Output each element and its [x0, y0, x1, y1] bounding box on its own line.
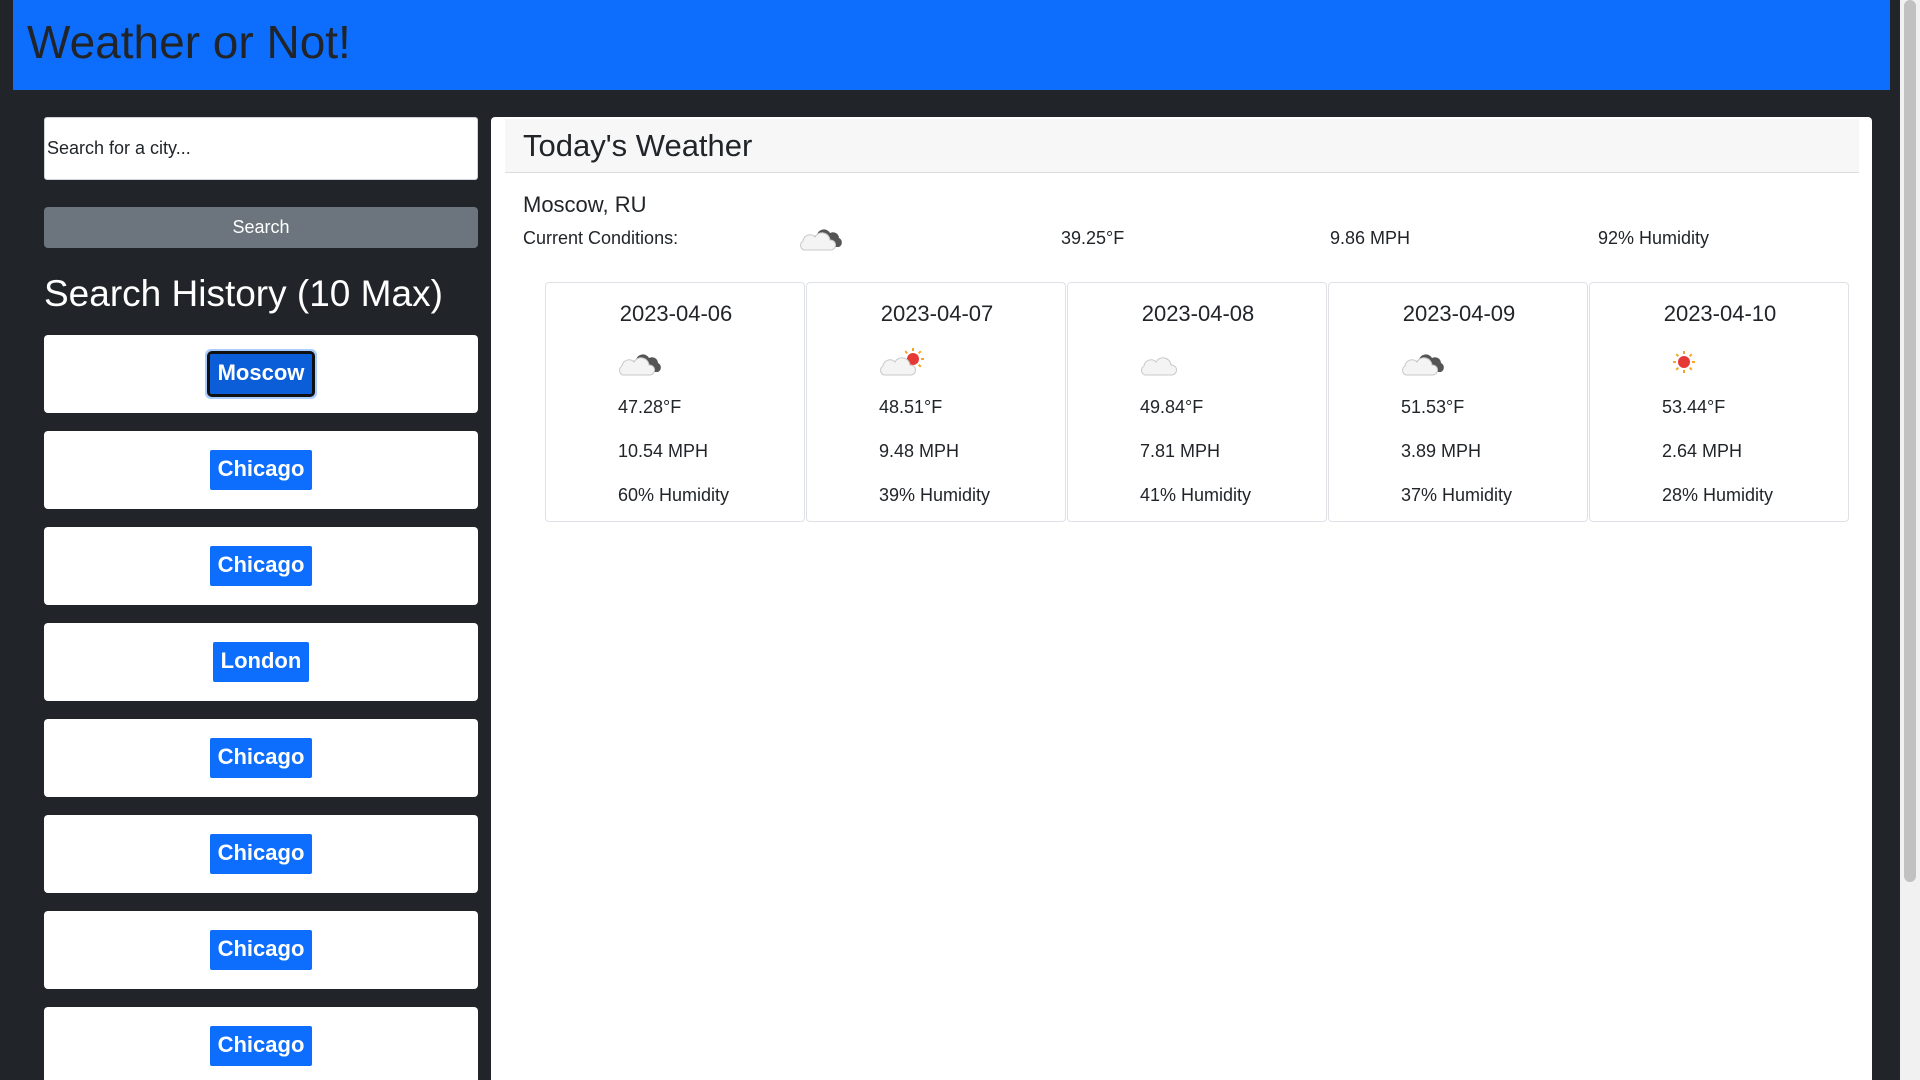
history-card: London	[44, 623, 478, 701]
forecast-day-card: 2023-04-06 47.28°F 10.54 MPH 60% Humidity	[545, 282, 805, 522]
history-card: Chicago	[44, 1007, 478, 1080]
forecast-humidity: 37% Humidity	[1401, 485, 1513, 505]
forecast-day-card: 2023-04-07 48.51°F 9.48 MPH 39% Humidity	[806, 282, 1066, 522]
history-city-button[interactable]: Chicago	[209, 834, 313, 874]
forecast-date: 2023-04-07	[880, 301, 994, 326]
card-header: Today's Weather	[505, 119, 1859, 173]
page: Weather or Not! Search Search History (1…	[0, 0, 1920, 1080]
search-history-list: Moscow Chicago Chicago London Chicago Chicago…	[44, 335, 478, 1080]
todays-weather-card: Today's Weather Moscow, RU Current Condi…	[491, 117, 1872, 1080]
app-background: Weather or Not! Search Search History (1…	[0, 0, 1900, 1080]
current-city-name: Moscow, RU	[523, 192, 647, 217]
history-card: Chicago	[44, 527, 478, 605]
history-city-button[interactable]: Chicago	[209, 450, 313, 490]
history-city-button[interactable]: Chicago	[209, 738, 313, 778]
forecast-wind: 9.48 MPH	[879, 441, 960, 461]
history-city-button[interactable]: Chicago	[209, 1026, 313, 1066]
app-title: Weather or Not!	[27, 16, 351, 68]
history-city-button[interactable]: Moscow	[206, 351, 316, 397]
forecast-day-card: 2023-04-09 51.53°F 3.89 MPH 37% Humidity	[1328, 282, 1588, 522]
history-city-button[interactable]: Chicago	[209, 930, 313, 970]
forecast-date: 2023-04-10	[1663, 301, 1777, 326]
broken-clouds-icon	[616, 344, 668, 380]
vertical-scrollbar[interactable]	[1900, 0, 1920, 1080]
todays-weather-title: Today's Weather	[523, 128, 753, 163]
search-input[interactable]	[44, 117, 478, 180]
forecast-date: 2023-04-09	[1402, 301, 1516, 326]
five-day-forecast: 2023-04-06 47.28°F 10.54 MPH 60% Humidity 20…	[545, 282, 1850, 522]
forecast-day-card: 2023-04-08 49.84°F 7.81 MPH 41% Humidity	[1067, 282, 1327, 522]
scrollbar-thumb[interactable]	[1904, 0, 1916, 882]
forecast-wind: 2.64 MPH	[1662, 441, 1743, 461]
forecast-day-card: 2023-04-10 53.44°F 2.64 MPH 28% Humidity	[1589, 282, 1849, 522]
forecast-temperature: 47.28°F	[618, 397, 682, 417]
history-city-button[interactable]: Chicago	[209, 546, 313, 586]
header-bar: Weather or Not!	[13, 0, 1890, 90]
forecast-wind: 10.54 MPH	[618, 441, 709, 461]
broken-clouds-icon	[797, 219, 849, 255]
forecast-temperature: 53.44°F	[1662, 397, 1726, 417]
forecast-temperature: 51.53°F	[1401, 397, 1465, 417]
history-city-button[interactable]: London	[212, 642, 310, 682]
current-wind: 9.86 MPH	[1330, 228, 1411, 248]
history-card: Moscow	[44, 335, 478, 413]
forecast-humidity: 39% Humidity	[879, 485, 991, 505]
current-humidity: 92% Humidity	[1598, 228, 1710, 248]
history-card: Chicago	[44, 815, 478, 893]
history-card: Chicago	[44, 911, 478, 989]
forecast-temperature: 49.84°F	[1140, 397, 1204, 417]
forecast-wind: 7.81 MPH	[1140, 441, 1221, 461]
current-temperature: 39.25°F	[1061, 228, 1125, 248]
broken-clouds-icon	[1399, 344, 1451, 380]
forecast-temperature: 48.51°F	[879, 397, 943, 417]
forecast-wind: 3.89 MPH	[1401, 441, 1482, 461]
search-history-title: Search History (10 Max)	[44, 273, 443, 314]
few-clouds-icon	[877, 344, 929, 380]
history-card: Chicago	[44, 431, 478, 509]
forecast-humidity: 41% Humidity	[1140, 485, 1252, 505]
forecast-humidity: 28% Humidity	[1662, 485, 1774, 505]
forecast-date: 2023-04-06	[619, 301, 733, 326]
scattered-clouds-icon	[1138, 344, 1190, 380]
forecast-date: 2023-04-08	[1141, 301, 1255, 326]
clear-sky-icon	[1660, 344, 1712, 380]
current-conditions-label: Current Conditions:	[523, 228, 679, 248]
current-conditions-row: Current Conditions: 39.25°F 9.86 MPH 92%…	[491, 227, 1872, 267]
search-button[interactable]: Search	[44, 207, 478, 248]
history-card: Chicago	[44, 719, 478, 797]
forecast-humidity: 60% Humidity	[618, 485, 730, 505]
